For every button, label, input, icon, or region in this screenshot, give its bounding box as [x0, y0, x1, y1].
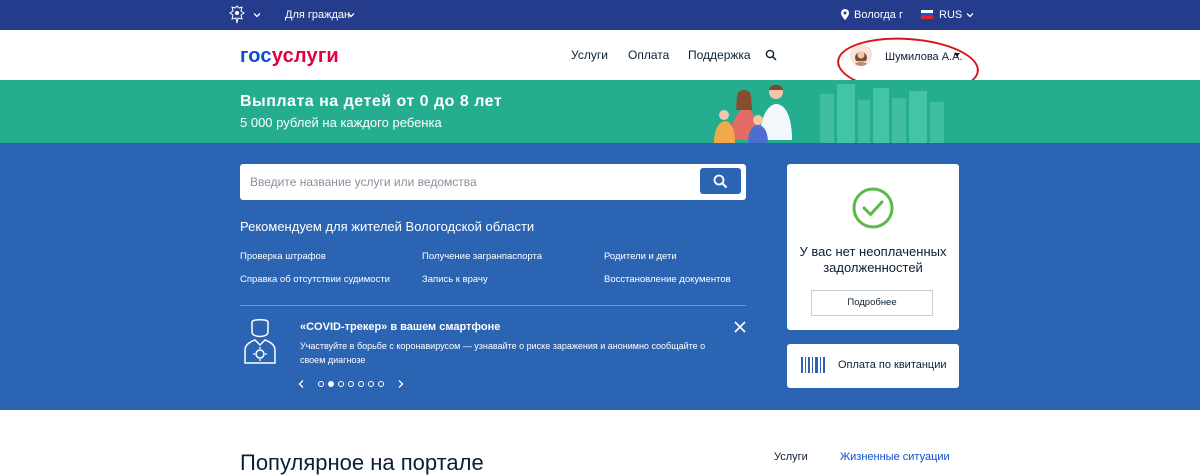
search-icon [713, 174, 728, 189]
rec-link-criminal-record[interactable]: Справка об отсутствии судимости [240, 274, 390, 285]
rec-link-fines[interactable]: Проверка штрафов [240, 251, 326, 262]
carousel-dot[interactable] [368, 381, 374, 387]
search-icon[interactable] [765, 49, 777, 61]
header: госуслуги Услуги Оплата Поддержка [0, 30, 1200, 80]
carousel-dot[interactable] [378, 381, 384, 387]
top-bar: Для граждан Вологда г RUS [0, 0, 1200, 30]
rec-link-doctor[interactable]: Запись к врачу [422, 274, 488, 285]
search-placeholder: Введите название услуги или ведомства [250, 175, 477, 189]
chevron-down-icon[interactable] [253, 11, 261, 19]
tab-life-situations[interactable]: Жизненные ситуации [840, 451, 950, 463]
covid-tracker-icon [244, 319, 276, 364]
receipt-payment-label[interactable]: Оплата по квитанции [838, 359, 947, 371]
carousel-dot[interactable] [318, 381, 324, 387]
russian-flag-icon [921, 10, 933, 19]
chevron-left-icon[interactable] [298, 380, 304, 388]
close-icon[interactable] [734, 321, 746, 333]
nav-support[interactable]: Поддержка [688, 48, 751, 62]
location-pin-icon [841, 9, 849, 20]
chevron-down-icon[interactable] [966, 11, 974, 19]
popular-title: Популярное на портале [240, 450, 484, 475]
rec-link-passport[interactable]: Получение загранпаспорта [422, 251, 542, 262]
language-selector[interactable]: RUS [939, 9, 962, 21]
chevron-down-icon[interactable] [347, 11, 355, 19]
carousel-dot[interactable] [338, 381, 344, 387]
carousel-dot[interactable] [358, 381, 364, 387]
debt-status-text: У вас нет неоплаченных задолженностей [799, 244, 947, 275]
gosuslugi-logo[interactable]: госуслуги [240, 45, 339, 68]
search-button[interactable] [700, 168, 741, 194]
tab-services[interactable]: Услуги [774, 451, 808, 463]
covid-title[interactable]: «COVID-трекер» в вашем смартфоне [300, 321, 500, 333]
rec-link-parents[interactable]: Родители и дети [604, 251, 677, 262]
carousel-dot[interactable] [328, 381, 334, 387]
carousel-dot[interactable] [348, 381, 354, 387]
coat-of-arms-icon[interactable] [228, 5, 246, 25]
audience-selector[interactable]: Для граждан [285, 9, 350, 21]
details-button[interactable]: Подробнее [811, 290, 933, 316]
promo-banner[interactable]: Выплата на детей от 0 до 8 лет 5 000 руб… [0, 80, 1200, 143]
banner-title: Выплата на детей от 0 до 8 лет [240, 93, 503, 110]
search-input[interactable]: Введите название услуги или ведомства [240, 164, 746, 200]
city-selector[interactable]: Вологда г [854, 9, 903, 21]
banner-subtitle: 5 000 рублей на каждого ребенка [240, 115, 442, 130]
rec-link-documents[interactable]: Восстановление документов [604, 274, 731, 285]
barcode-icon [801, 357, 825, 373]
recommend-title: Рекомендуем для жителей Вологодской обла… [240, 219, 535, 234]
chevron-right-icon[interactable] [398, 380, 404, 388]
covid-description: Участвуйте в борьбе с коронавирусом — уз… [300, 341, 706, 365]
family-illustration [714, 84, 944, 143]
nav-payment[interactable]: Оплата [628, 48, 669, 62]
divider [240, 305, 746, 306]
checkmark-circle-icon [852, 187, 894, 229]
nav-services[interactable]: Услуги [571, 48, 608, 62]
